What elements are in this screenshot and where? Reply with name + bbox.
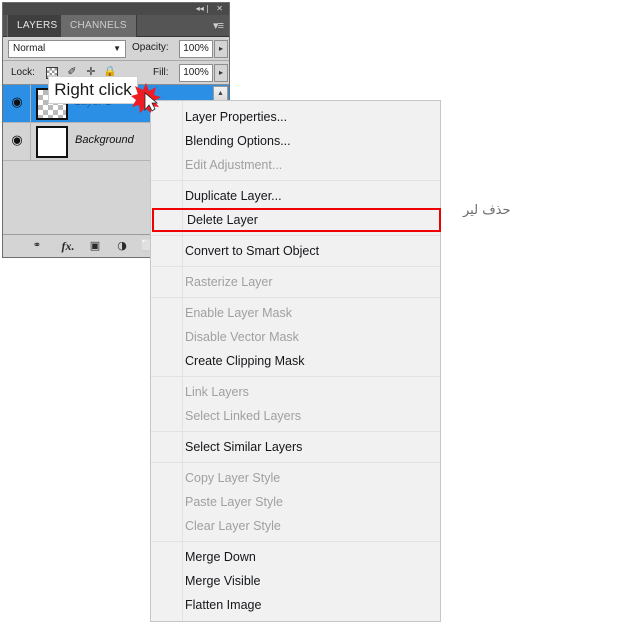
layer-visibility-cell[interactable]: ◉ [3, 85, 31, 122]
lock-label: Lock: [11, 67, 35, 78]
layer-visibility-cell[interactable]: ◉ [3, 123, 31, 160]
menu-item-convert-to-smart-object[interactable]: Convert to Smart Object [183, 239, 440, 263]
tab-layers[interactable]: LAYERS [7, 15, 68, 37]
menu-item-select-linked-layers: Select Linked Layers [185, 409, 302, 423]
fill-stepper[interactable]: ▸ [214, 64, 228, 82]
menu-item-select-similar-layers[interactable]: Select Similar Layers [183, 435, 440, 459]
opacity-label: Opacity: [132, 42, 169, 53]
menu-item-duplicate-layer[interactable]: Duplicate Layer... [183, 184, 440, 208]
menu-separator [151, 462, 440, 463]
opacity-stepper[interactable]: ▸ [214, 40, 228, 58]
collapse-panel-icon[interactable]: ◂◂ | [196, 3, 209, 15]
menu-item-delete-layer[interactable]: Delete Layer [152, 208, 441, 232]
arabic-annotation: حذف لير [463, 203, 511, 218]
menu-item-enable-layer-mask: Enable Layer Mask [185, 306, 293, 320]
menu-item-blending-options[interactable]: Blending Options... [183, 129, 440, 153]
menu-item-copy-layer-style: Copy Layer Style [185, 471, 281, 485]
layer-context-menu: Layer Properties... Blending Options... Ed… [150, 100, 441, 622]
layer-name: Background [75, 134, 134, 146]
menu-separator [151, 235, 440, 236]
panel-tab-strip: LAYERS CHANNELS ▾≡ [3, 15, 229, 37]
menu-item-layer-properties[interactable]: Layer Properties... [183, 105, 440, 129]
fill-input[interactable]: 100% [179, 64, 213, 82]
menu-separator [151, 180, 440, 181]
context-menu-gutter [151, 101, 183, 621]
menu-separator [151, 266, 440, 267]
layer-style-fx-icon[interactable]: fx. [58, 238, 78, 254]
menu-item-merge-down[interactable]: Merge Down [183, 545, 440, 569]
menu-separator [151, 297, 440, 298]
blend-mode-value: Normal [13, 43, 46, 54]
eye-icon[interactable]: ◉ [9, 96, 25, 110]
menu-item-paste-layer-style: Paste Layer Style [185, 495, 283, 509]
menu-item-clear-layer-style: Clear Layer Style [185, 519, 281, 533]
eye-icon[interactable]: ◉ [9, 134, 25, 148]
layer-thumbnail[interactable] [36, 126, 68, 158]
click-burst-icon [131, 83, 161, 113]
menu-item-create-clipping-mask[interactable]: Create Clipping Mask [183, 349, 440, 373]
new-adjustment-layer-icon[interactable]: ◑ [113, 238, 131, 254]
fill-label: Fill: [153, 67, 169, 78]
menu-separator [151, 541, 440, 542]
panel-menu-icon[interactable]: ▾≡ [213, 18, 224, 34]
menu-item-link-layers: Link Layers [185, 385, 249, 399]
menu-item-rasterize-layer: Rasterize Layer [185, 275, 273, 289]
menu-item-edit-adjustment: Edit Adjustment... [185, 158, 283, 172]
menu-separator [151, 376, 440, 377]
close-icon[interactable]: ✕ [216, 3, 223, 15]
blend-mode-select[interactable]: Normal ▼ [8, 40, 126, 58]
tab-channels[interactable]: CHANNELS [61, 15, 137, 37]
menu-item-disable-vector-mask: Disable Vector Mask [185, 330, 299, 344]
menu-item-merge-visible[interactable]: Merge Visible [183, 569, 440, 593]
menu-item-flatten-image[interactable]: Flatten Image [183, 593, 440, 617]
opacity-input[interactable]: 100% [179, 40, 213, 58]
add-layer-mask-icon[interactable]: ▣ [86, 238, 104, 254]
right-click-tooltip-label: Right click [54, 80, 132, 99]
scroll-up-button[interactable]: ▲ [213, 86, 228, 101]
blend-mode-row: Normal ▼ Opacity: 100% ▸ [3, 37, 229, 61]
menu-separator [151, 431, 440, 432]
chevron-down-icon: ▼ [113, 44, 121, 53]
link-layers-icon[interactable]: ⚭ [27, 238, 47, 254]
context-menu-items: Layer Properties... Blending Options... Ed… [151, 101, 441, 621]
right-click-tooltip: Right click [48, 76, 138, 104]
